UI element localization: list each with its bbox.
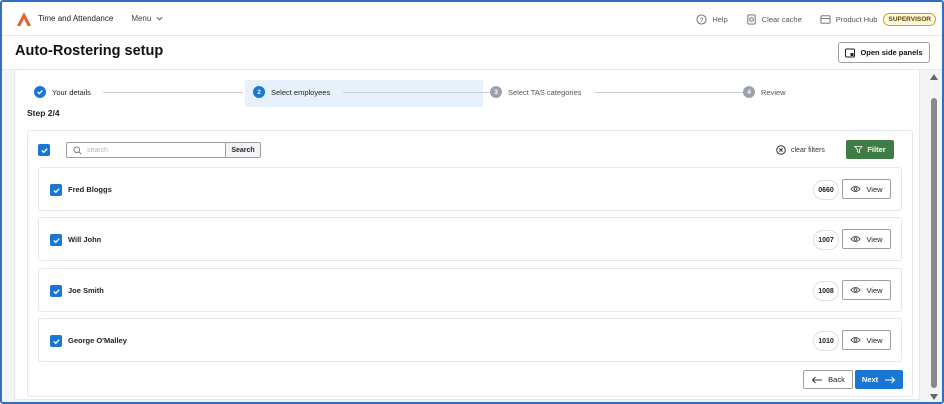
step-connector [595, 92, 753, 93]
app-window: Time and Attendance Menu ? Help Clear ca [0, 0, 944, 404]
clear-filters-button[interactable]: clear filters [776, 145, 825, 155]
clear-filters-label: clear filters [791, 146, 825, 154]
clear-cache-button[interactable]: Clear cache [746, 13, 802, 25]
next-label: Next [861, 375, 879, 384]
view-label: View [866, 335, 883, 345]
side-panel-icon [845, 48, 856, 57]
step-label: Select employees [271, 87, 331, 97]
chevron-down-icon [156, 16, 163, 21]
scroll-thumb[interactable] [931, 98, 937, 388]
view-button[interactable]: View [842, 179, 891, 199]
wizard-card: Your details 2 Select employees 3 Select… [14, 70, 920, 400]
filter-label: Filter [867, 145, 886, 154]
top-bar: Time and Attendance Menu ? Help Clear ca [2, 2, 942, 36]
product-hub-button[interactable]: Product Hub [820, 14, 878, 25]
check-icon [52, 288, 60, 294]
employee-code-badge: 1010 [813, 331, 839, 351]
step-review[interactable]: 4 Review [743, 86, 786, 98]
page-title: Auto-Rostering setup [15, 43, 164, 59]
check-icon [52, 187, 60, 193]
step-select-tas-categories[interactable]: 3 Select TAS categories [490, 86, 582, 98]
step-select-employees[interactable]: 2 Select employees [253, 86, 330, 98]
search-icon [73, 145, 82, 155]
help-button[interactable]: ? Help [696, 13, 728, 25]
step-count: Step 2/4 [27, 108, 60, 118]
eye-icon [850, 287, 862, 293]
employee-panel: Search clear filters Filter [27, 130, 913, 397]
employee-row: Joe Smith 1008 View [38, 268, 902, 312]
eye-icon [850, 337, 862, 343]
search-input[interactable] [87, 146, 217, 154]
filter-icon [854, 145, 864, 154]
scroll-up-icon[interactable] [930, 74, 938, 80]
scrollbar[interactable] [928, 70, 940, 402]
eye-icon [850, 186, 862, 192]
check-icon [52, 237, 60, 243]
employee-name: Joe Smith [68, 286, 104, 295]
step-number: 3 [490, 86, 502, 98]
view-button[interactable]: View [842, 330, 891, 350]
menu-dropdown[interactable]: Menu [131, 14, 163, 23]
arrow-right-icon [885, 376, 896, 383]
employee-code-badge: 1007 [813, 230, 839, 250]
check-icon [52, 338, 60, 344]
search-box [66, 142, 226, 158]
step-your-details[interactable]: Your details [34, 86, 91, 98]
content-area: Your details 2 Select employees 3 Select… [2, 70, 942, 402]
scroll-down-icon[interactable] [930, 394, 938, 400]
arrow-left-icon [811, 376, 823, 383]
step-label: Your details [52, 87, 91, 97]
next-button[interactable]: Next [855, 370, 903, 389]
menu-label: Menu [131, 14, 152, 23]
top-actions: ? Help Clear cache Product Hub SUPERVISO… [696, 2, 942, 36]
stepper: Your details 2 Select employees 3 Select… [27, 76, 807, 110]
view-label: View [866, 184, 883, 194]
svg-text:?: ? [700, 16, 704, 23]
filter-toolbar: Search clear filters Filter [28, 131, 912, 167]
employee-checkbox[interactable] [50, 285, 62, 297]
employee-code-badge: 1008 [813, 281, 839, 301]
open-side-panels-button[interactable]: Open side panels [838, 42, 930, 63]
check-icon [34, 86, 46, 98]
side-panels-label: Open side panels [860, 48, 923, 57]
page-header: Auto-Rostering setup Open side panels [2, 36, 942, 70]
back-button[interactable]: Back [803, 370, 853, 389]
help-icon: ? [696, 13, 707, 25]
employee-row: Will John 1007 View [38, 217, 902, 261]
check-icon [40, 147, 48, 153]
close-circle-icon [776, 145, 786, 155]
product-hub-icon [820, 14, 831, 24]
view-label: View [866, 234, 883, 244]
step-connector [103, 92, 243, 93]
select-all-checkbox[interactable] [38, 144, 50, 156]
back-label: Back [828, 375, 845, 384]
step-connector [343, 92, 493, 93]
employee-row: George O'Malley 1010 View [38, 318, 902, 362]
role-badge: SUPERVISOR [883, 12, 936, 26]
view-button[interactable]: View [842, 280, 891, 300]
employee-code-badge: 0660 [813, 180, 839, 200]
view-label: View [866, 285, 883, 295]
employee-checkbox[interactable] [50, 234, 62, 246]
employee-name: Will John [68, 235, 102, 244]
help-label: Help [712, 14, 728, 24]
cache-icon [747, 13, 756, 25]
clear-cache-label: Clear cache [761, 14, 802, 24]
filter-button[interactable]: Filter [846, 140, 894, 159]
step-label: Select TAS categories [508, 87, 582, 97]
step-number: 4 [743, 86, 755, 98]
employee-checkbox[interactable] [50, 184, 62, 196]
eye-icon [850, 236, 862, 242]
employee-name: George O'Malley [68, 336, 127, 345]
employee-row: Fred Bloggs 0660 View [38, 167, 902, 211]
search-button[interactable]: Search [225, 142, 261, 158]
app-title: Time and Attendance [38, 14, 114, 23]
employee-name: Fred Bloggs [68, 185, 112, 194]
logo-icon [17, 11, 31, 26]
step-label: Review [761, 87, 786, 97]
view-button[interactable]: View [842, 229, 891, 249]
step-number: 2 [253, 86, 265, 98]
employee-checkbox[interactable] [50, 335, 62, 347]
product-hub-label: Product Hub [835, 14, 878, 24]
